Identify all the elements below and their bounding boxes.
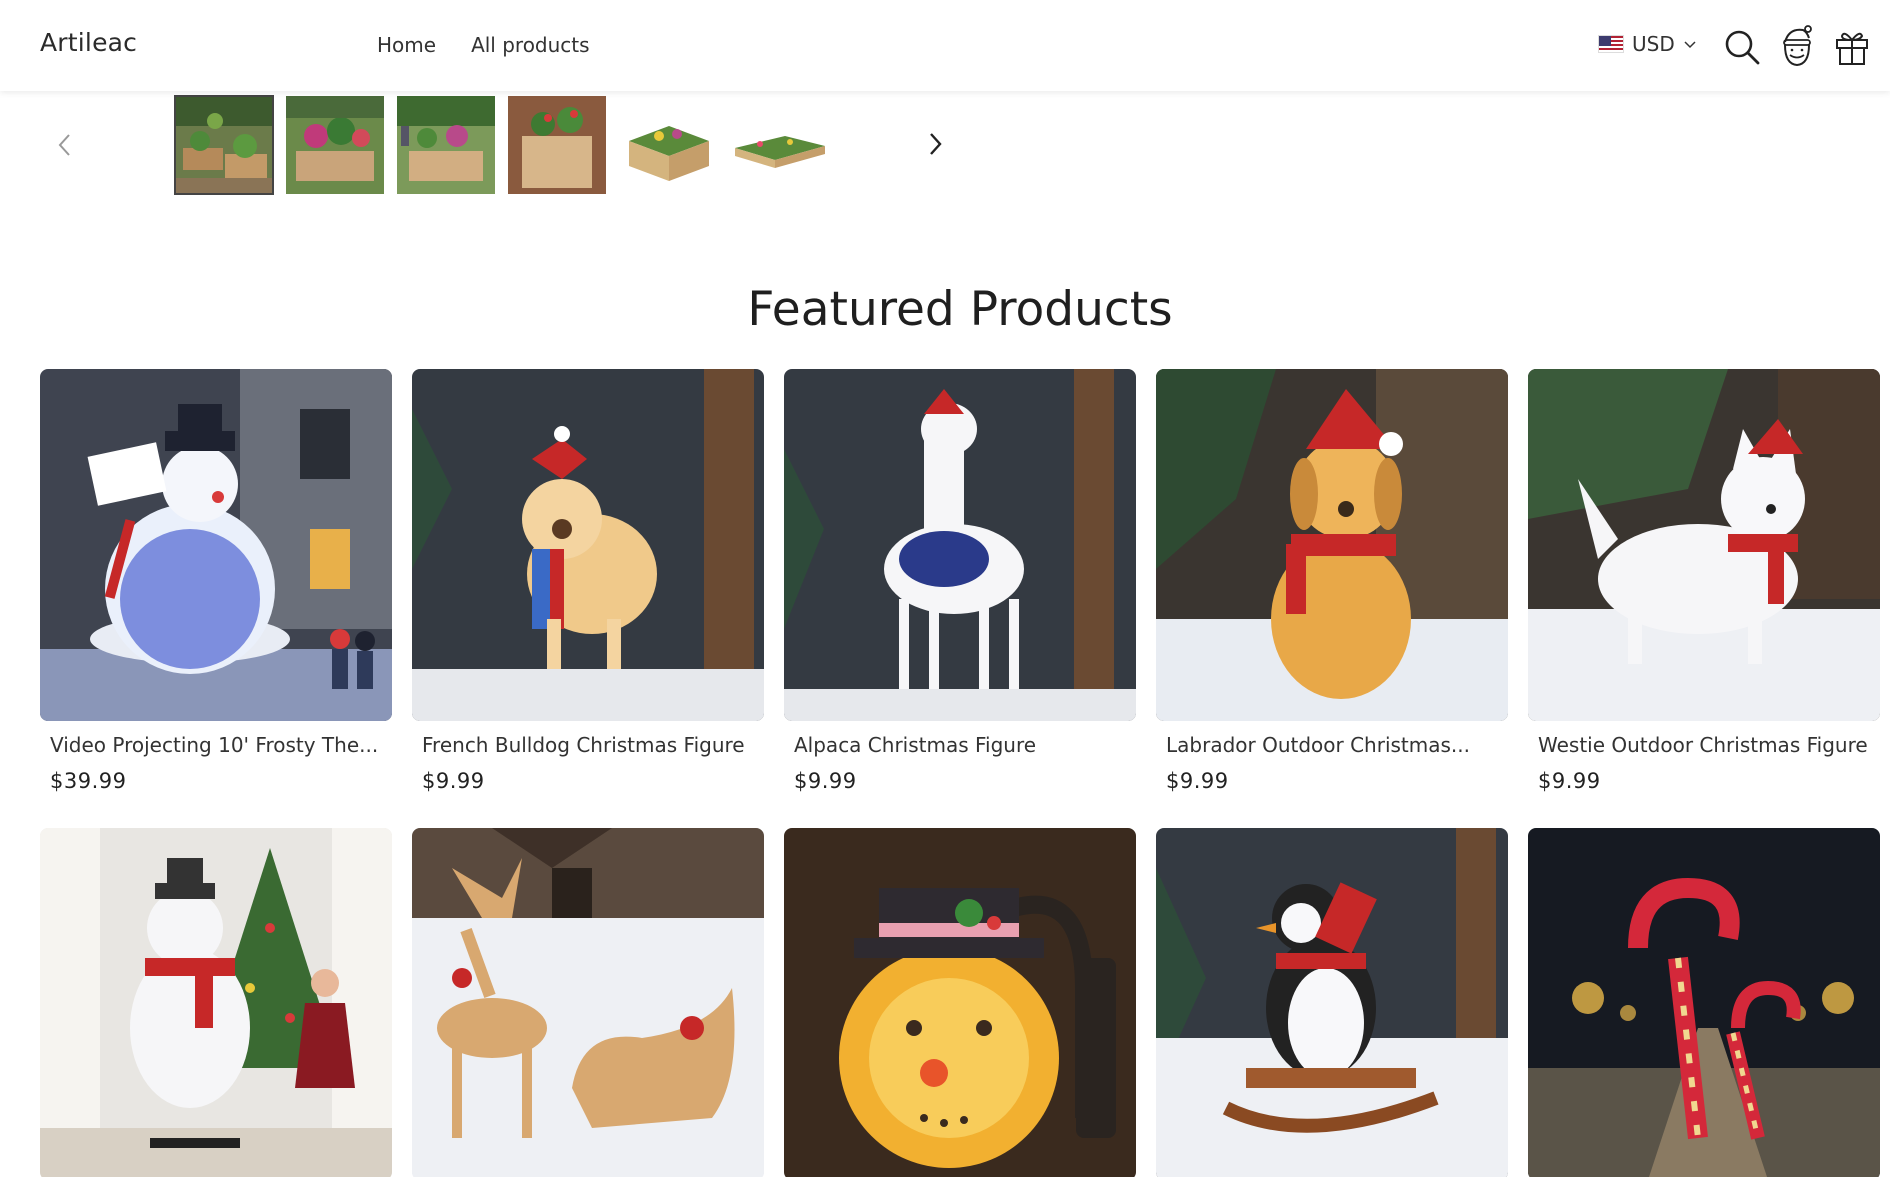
product-image[interactable] <box>784 828 1136 1177</box>
product-image[interactable] <box>1528 369 1880 721</box>
product-card[interactable] <box>40 828 392 1177</box>
garden-bed-thumb-4[interactable] <box>508 96 606 194</box>
garden-bed-thumb-6[interactable] <box>730 96 828 194</box>
site-header: Artileac Home All products USD <box>0 0 1890 91</box>
currency-selector[interactable]: USD <box>1598 32 1697 56</box>
garden-bed-thumb-5[interactable] <box>619 96 717 194</box>
product-card[interactable] <box>1528 828 1880 1177</box>
product-card[interactable]: Alpaca Christmas Figure $9.99 <box>784 369 1136 793</box>
main-nav: Home All products <box>377 33 590 57</box>
currency-code: USD <box>1632 32 1675 56</box>
search-icon[interactable] <box>1722 24 1762 68</box>
garden-bed-thumb-3[interactable] <box>397 96 495 194</box>
product-name[interactable]: French Bulldog Christmas Figure <box>412 733 754 757</box>
product-image[interactable] <box>40 828 392 1177</box>
gallery-next-arrow-icon[interactable] <box>924 130 946 158</box>
gallery-prev-arrow-icon[interactable] <box>54 132 76 158</box>
product-image[interactable] <box>1528 828 1880 1177</box>
product-card[interactable] <box>412 828 764 1177</box>
santa-account-icon[interactable] <box>1777 24 1817 68</box>
nav-home-link[interactable]: Home <box>377 33 436 57</box>
product-image[interactable] <box>40 369 392 721</box>
site-logo[interactable]: Artileac <box>40 28 137 57</box>
product-price: $9.99 <box>794 769 857 793</box>
product-name[interactable]: Labrador Outdoor Christmas... <box>1156 733 1498 757</box>
product-price: $9.99 <box>422 769 485 793</box>
product-card[interactable]: Video Projecting 10' Frosty The... $39.9… <box>40 369 392 793</box>
product-card[interactable] <box>1156 828 1508 1177</box>
chevron-down-icon <box>1684 41 1696 49</box>
garden-bed-thumb-2[interactable] <box>286 96 384 194</box>
nav-all-products-link[interactable]: All products <box>471 33 590 57</box>
product-image[interactable] <box>1156 369 1508 721</box>
product-card[interactable]: French Bulldog Christmas Figure $9.99 <box>412 369 764 793</box>
product-image[interactable] <box>412 828 764 1177</box>
featured-products-title: Featured Products <box>747 282 1173 337</box>
product-name[interactable]: Westie Outdoor Christmas Figure <box>1528 733 1870 757</box>
product-card[interactable]: Labrador Outdoor Christmas... $9.99 <box>1156 369 1508 793</box>
product-price: $9.99 <box>1166 769 1229 793</box>
us-flag-icon <box>1598 35 1624 53</box>
product-card[interactable]: Westie Outdoor Christmas Figure $9.99 <box>1528 369 1880 793</box>
gift-cart-icon[interactable] <box>1832 24 1872 68</box>
product-name[interactable]: Alpaca Christmas Figure <box>784 733 1126 757</box>
product-price: $9.99 <box>1538 769 1601 793</box>
product-image[interactable] <box>784 369 1136 721</box>
product-name[interactable]: Video Projecting 10' Frosty The... <box>40 733 382 757</box>
garden-bed-thumb-1[interactable] <box>174 95 274 195</box>
product-image[interactable] <box>1156 828 1508 1177</box>
product-price: $39.99 <box>50 769 127 793</box>
product-image[interactable] <box>412 369 764 721</box>
product-card[interactable] <box>784 828 1136 1177</box>
